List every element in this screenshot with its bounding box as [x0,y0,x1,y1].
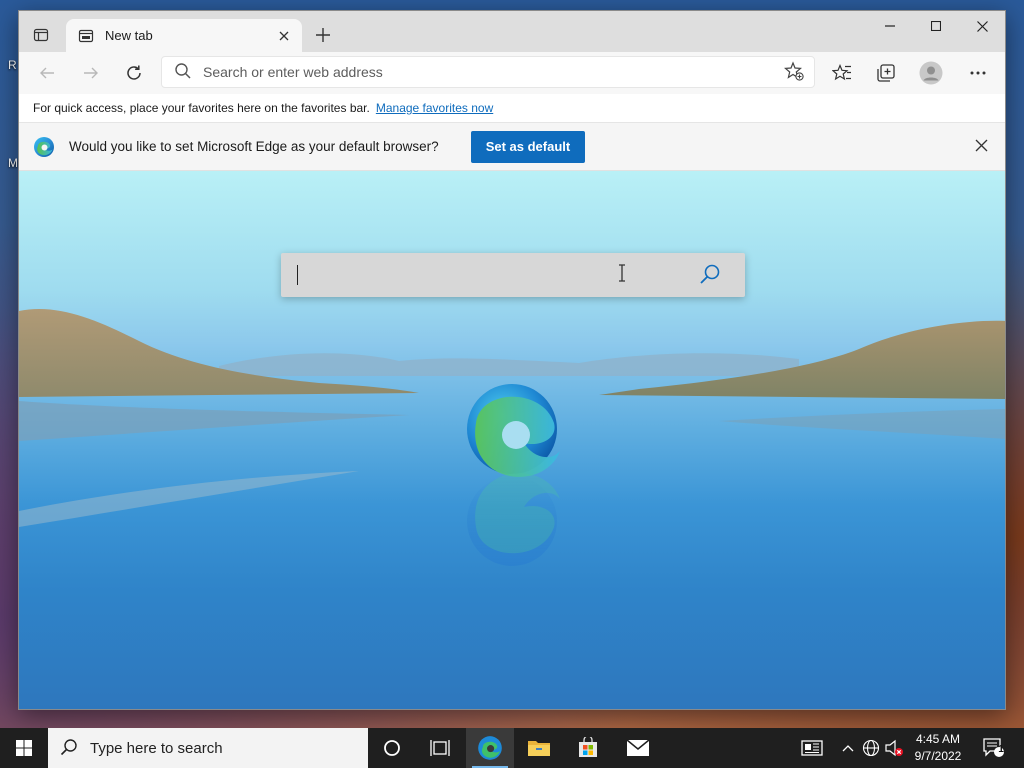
more-options-icon[interactable] [962,57,994,89]
chevron-up-icon[interactable] [838,738,858,758]
cortana-circle-icon[interactable] [368,728,416,768]
browser-toolbar: Search or enter web address [19,52,1005,94]
search-icon [60,738,80,758]
task-view-icon[interactable] [416,728,464,768]
microsoft-store-icon[interactable] [564,728,612,768]
favorites-icon[interactable] [826,57,858,89]
close-infobar-icon[interactable] [975,139,991,155]
address-bar[interactable]: Search or enter web address [161,56,815,88]
back-arrow-icon[interactable] [31,57,63,89]
manage-favorites-link[interactable]: Manage favorites now [376,101,493,115]
search-icon [174,62,194,82]
tab-actions-icon[interactable] [29,23,53,47]
close-tab-icon[interactable] [276,28,292,44]
tab-new-tab[interactable]: New tab [66,19,302,52]
refresh-icon[interactable] [118,57,150,89]
address-placeholder: Search or enter web address [203,64,383,80]
windows-taskbar: Type here to search 4:45 AM 9/7/2022 1 [0,728,1024,768]
mouse-cursor-ibeam-icon [617,264,627,284]
minimize-icon[interactable] [867,11,913,41]
start-windows-icon[interactable] [0,728,48,768]
new-tab-plus-icon[interactable] [312,24,334,46]
maximize-icon[interactable] [913,11,959,41]
taskbar-search-placeholder: Type here to search [90,739,223,757]
desktop-icon-label: R [8,58,17,72]
web-search-box[interactable] [281,253,745,297]
clock-date: 9/7/2022 [914,749,962,763]
notification-center-icon[interactable]: 1 [982,738,1006,758]
web-search-input[interactable] [301,261,601,289]
news-widget-icon[interactable] [800,738,824,758]
collections-icon[interactable] [870,57,902,89]
default-browser-infobar: Would you like to set Microsoft Edge as … [19,123,1005,171]
edge-logo-icon [33,136,55,158]
taskbar-edge-icon[interactable] [466,728,514,768]
close-window-icon[interactable] [959,11,1005,41]
edge-browser-window: New tab Search or enter web address For … [18,10,1006,710]
infobar-message: Would you like to set Microsoft Edge as … [69,139,439,154]
profile-avatar-icon[interactable] [915,57,947,89]
favorites-bar: For quick access, place your favorites h… [19,94,1005,123]
forward-arrow-icon[interactable] [75,57,107,89]
search-submit-icon[interactable] [699,263,723,287]
clock-time: 4:45 AM [915,732,961,746]
desktop-icon-label: M [8,156,18,170]
add-favorite-star-icon[interactable] [784,61,806,83]
system-clock[interactable]: 4:45 AM 9/7/2022 [906,731,970,765]
file-explorer-folder-icon[interactable] [515,728,563,768]
landscape-background-image [19,309,1005,566]
tab-title: New tab [105,28,153,43]
new-tab-page [19,171,1005,709]
volume-muted-icon[interactable] [884,738,904,758]
set-as-default-button[interactable]: Set as default [470,130,586,163]
tab-strip: New tab [19,11,1005,52]
network-globe-icon[interactable] [861,738,881,758]
taskbar-search-box[interactable]: Type here to search [48,728,368,768]
mail-envelope-icon[interactable] [614,728,662,768]
text-caret [297,265,298,285]
new-tab-page-icon [78,28,94,44]
favorites-bar-message: For quick access, place your favorites h… [33,101,370,115]
notification-count-badge: 1 [998,744,1004,755]
